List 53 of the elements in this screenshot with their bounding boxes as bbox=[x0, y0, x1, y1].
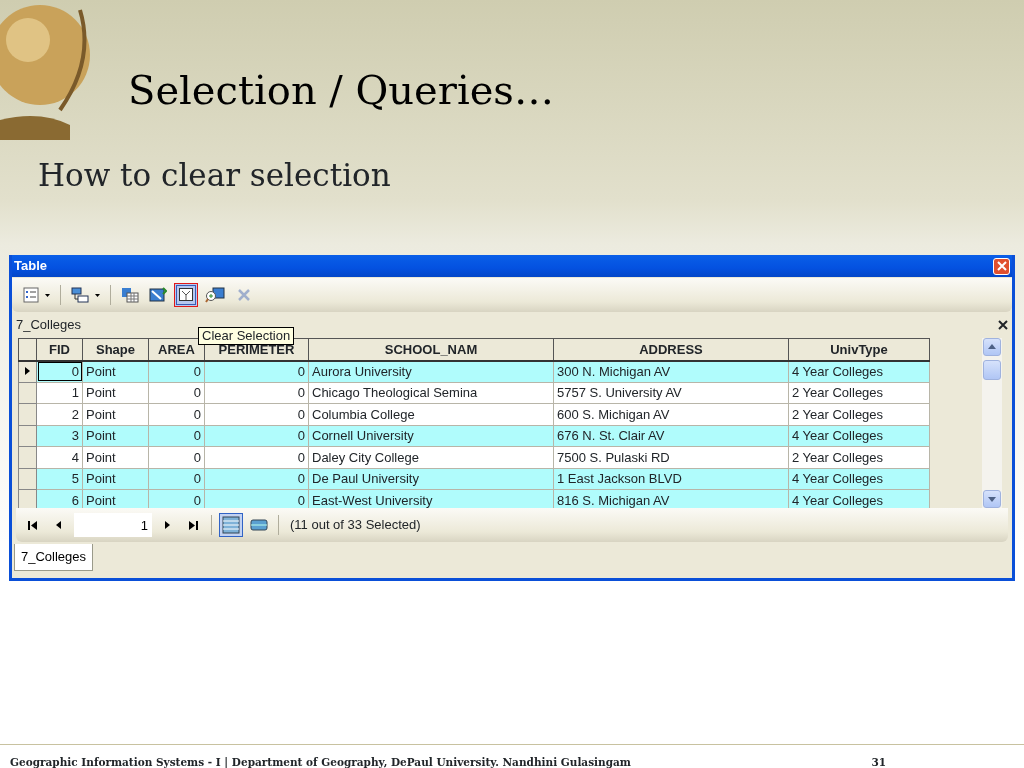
table-cell: De Paul University bbox=[308, 468, 554, 490]
table-cell: Daley City College bbox=[308, 446, 554, 468]
clear-selection-button[interactable] bbox=[174, 283, 198, 307]
column-header[interactable]: SCHOOL_NAM bbox=[308, 338, 554, 361]
zoom-to-selection-icon bbox=[205, 287, 225, 303]
table-cell: 7500 S. Pulaski RD bbox=[553, 446, 789, 468]
scroll-up-button[interactable] bbox=[983, 338, 1001, 356]
up-arrow-icon bbox=[987, 342, 997, 352]
window-title: Table bbox=[14, 257, 47, 276]
first-icon bbox=[28, 520, 38, 530]
table-cell: Aurora University bbox=[308, 360, 554, 382]
right-arrow-icon bbox=[162, 520, 172, 530]
row-header-corner bbox=[18, 338, 37, 361]
table-select-icon bbox=[121, 287, 139, 303]
record-field[interactable]: 1 bbox=[74, 513, 152, 537]
last-icon bbox=[188, 520, 198, 530]
table-cell: Chicago Theological Semina bbox=[308, 382, 554, 404]
close-button[interactable] bbox=[998, 320, 1008, 330]
scroll-thumb[interactable] bbox=[983, 360, 1001, 380]
table-cell: 300 N. Michigan AV bbox=[553, 360, 789, 382]
swap-selection-icon bbox=[149, 287, 167, 303]
table-cell: 600 S. Michigan AV bbox=[553, 403, 789, 425]
table-name: 7_Colleges bbox=[16, 316, 82, 335]
record-view-icon bbox=[250, 519, 268, 531]
table-cell: 1 East Jackson BLVD bbox=[553, 468, 789, 490]
table-cell: Columbia College bbox=[308, 403, 554, 425]
slide-title: Selection / Queries… bbox=[128, 68, 554, 112]
table-cell: 676 N. St. Clair AV bbox=[553, 425, 789, 447]
table-view-icon bbox=[222, 516, 240, 534]
current-row-icon bbox=[24, 367, 31, 376]
column-header[interactable]: Shape bbox=[82, 338, 149, 361]
delete-icon bbox=[237, 288, 251, 302]
scroll-down-button[interactable] bbox=[983, 490, 1001, 508]
selection-count: (11 out of 33 Selected) bbox=[290, 516, 421, 535]
table-cell: Cornell University bbox=[308, 425, 554, 447]
tooltip: Clear Selection bbox=[198, 327, 295, 345]
page-number: 31 bbox=[871, 755, 886, 768]
column-header[interactable]: ADDRESS bbox=[553, 338, 789, 361]
down-arrow-icon bbox=[987, 494, 997, 504]
slide-subtitle: How to clear selection bbox=[38, 158, 391, 193]
footer-text: Geographic Information Systems - I | Department of Geography, DePaul University. Nandhini Gulasingam bbox=[10, 755, 631, 768]
row-selector[interactable] bbox=[18, 360, 37, 382]
left-arrow-icon bbox=[54, 520, 64, 530]
table-cell: 5757 S. University AV bbox=[553, 382, 789, 404]
stacked-tables-icon bbox=[71, 287, 89, 303]
column-header[interactable]: FID bbox=[36, 338, 83, 361]
column-header[interactable]: UnivType bbox=[788, 338, 930, 361]
clear-selection-icon bbox=[178, 287, 194, 303]
close-icon bbox=[998, 320, 1008, 330]
show-all-records-button[interactable] bbox=[219, 513, 243, 537]
close-icon bbox=[996, 261, 1007, 271]
list-options-icon bbox=[23, 287, 39, 303]
table-tab[interactable]: 7_Colleges bbox=[14, 544, 94, 571]
